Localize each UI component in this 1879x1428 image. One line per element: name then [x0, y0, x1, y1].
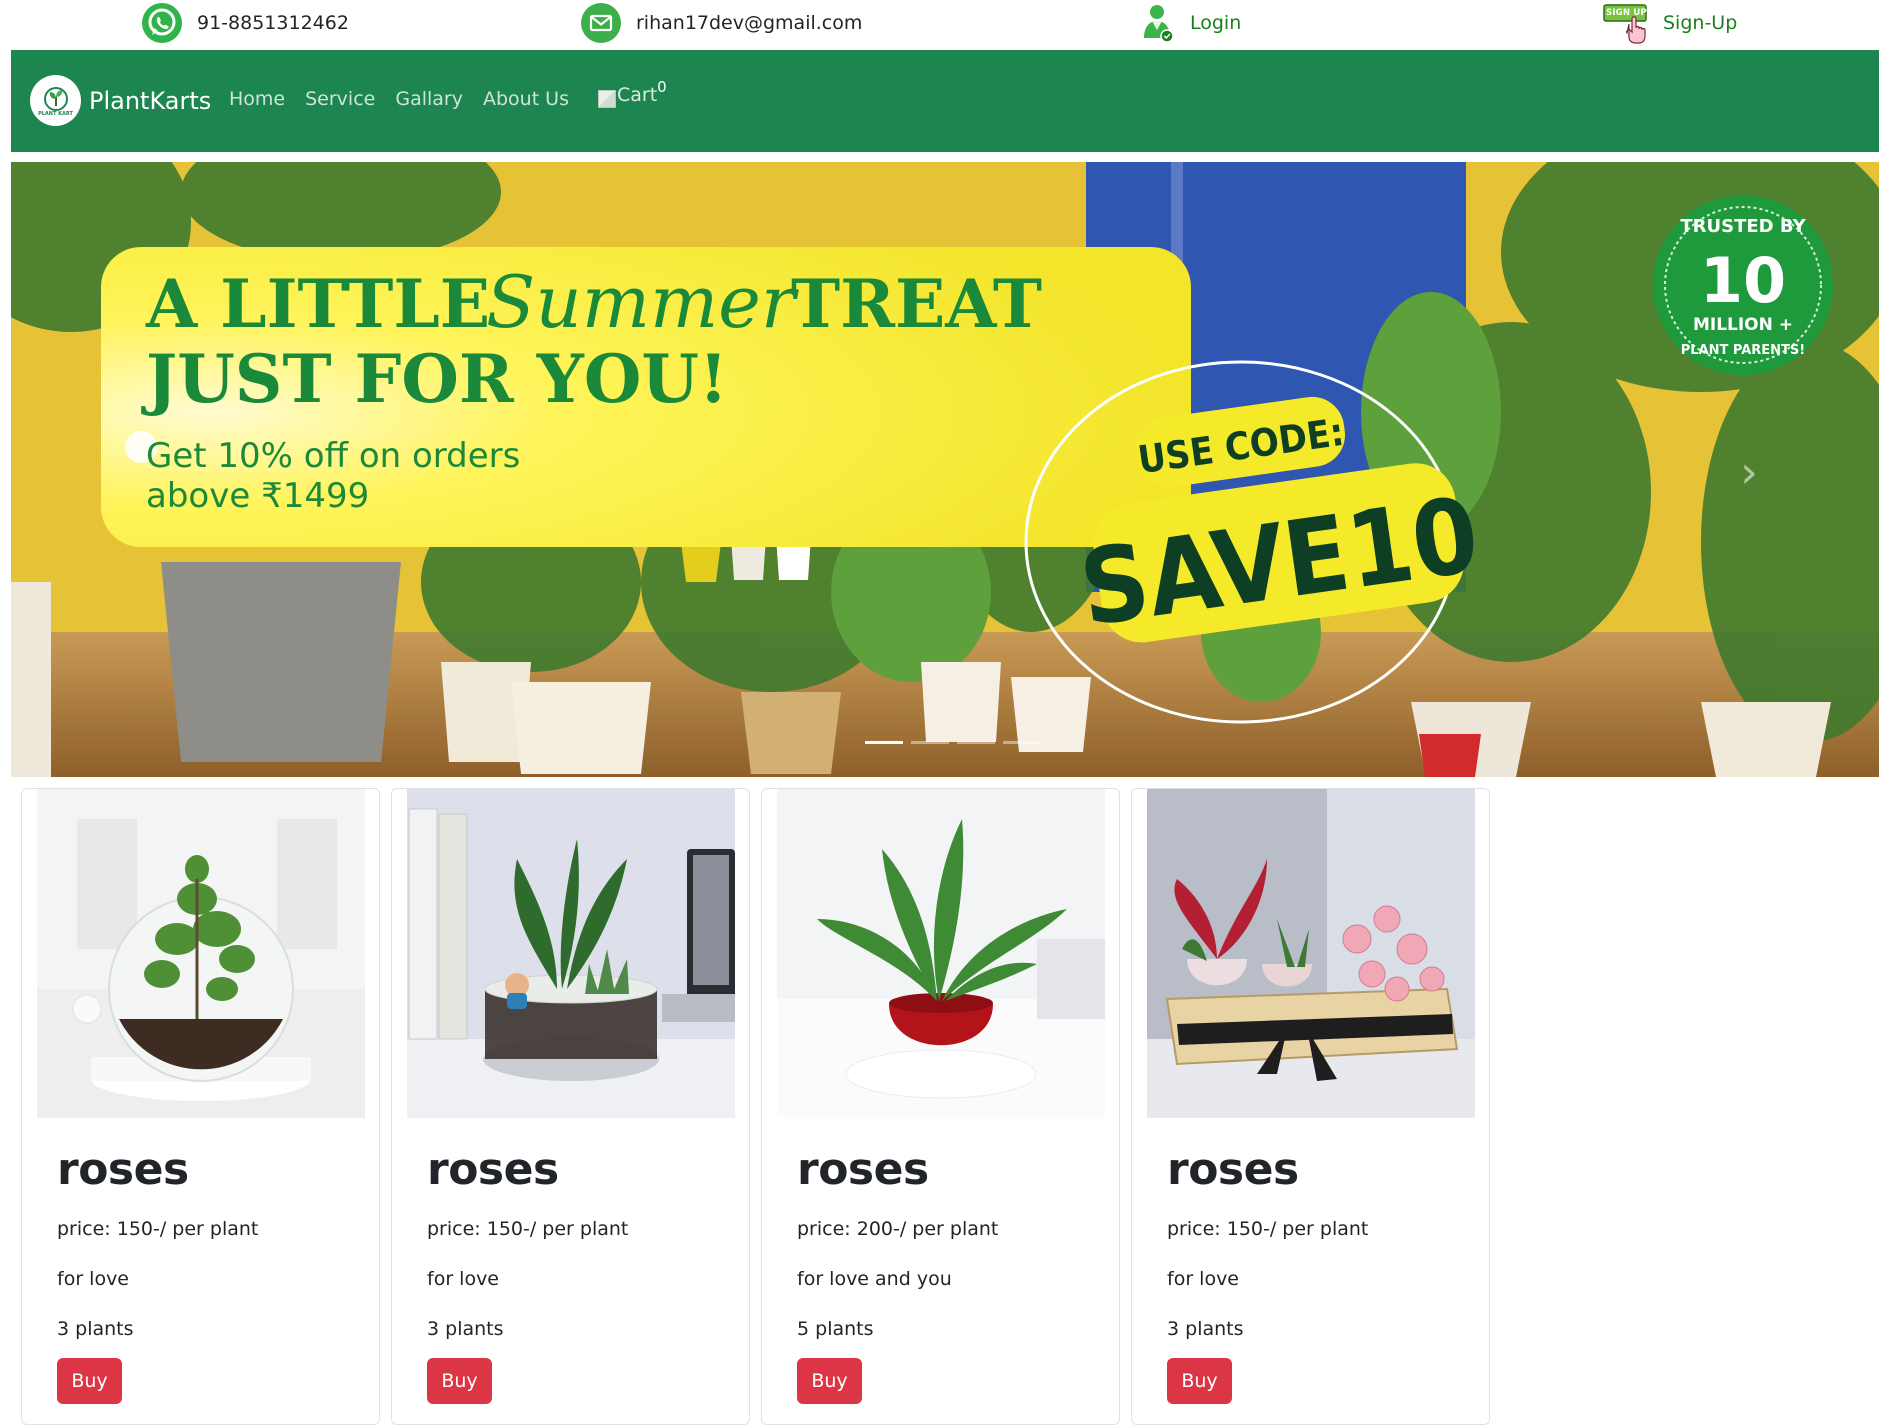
contact-bar: 91-8851312462 rihan17dev@gmail.com Login	[0, 0, 1879, 50]
product-title: roses	[427, 1144, 559, 1195]
carousel-indicator-4[interactable]	[1003, 741, 1041, 744]
mail-icon	[580, 2, 622, 44]
aglaonema-roses-gift-box-image	[1147, 789, 1475, 1118]
product-price: price: 150-/ per plant	[57, 1217, 259, 1240]
carousel-indicator-3[interactable]	[957, 741, 995, 744]
peace-lily-red-pot-image	[777, 789, 1105, 1118]
product-price: price: 150-/ per plant	[427, 1217, 629, 1240]
main-navbar: PLANT KART PlantKarts Home Service Galla…	[11, 50, 1879, 152]
zz-plant-terrarium-image	[407, 789, 735, 1118]
signup-badge-text: SIGN UP	[1606, 8, 1647, 18]
product-card-body: roses price: 200-/ per plant for love an…	[797, 1144, 1099, 1347]
badge-number: 10	[1700, 244, 1786, 317]
nav-home[interactable]: Home	[229, 88, 285, 110]
product-card-body: roses price: 150-/ per plant for love 3 …	[57, 1144, 359, 1347]
email-address: rihan17dev@gmail.com	[636, 12, 863, 34]
banner-headline-line2: JUST FOR YOU!	[141, 340, 728, 418]
banner-headline-part1: A LITTLE	[145, 265, 490, 343]
signup-label: Sign-Up	[1663, 12, 1738, 34]
product-description: for love and you	[797, 1267, 952, 1290]
product-description: for love	[427, 1267, 500, 1290]
badge-plant-parents: PLANT PARENTS!	[1681, 343, 1805, 358]
cart-label: Cart	[617, 84, 658, 106]
promo-banner-image: A LITTLE Summer TREAT JUST FOR YOU! Get …	[11, 162, 1879, 777]
product-title: roses	[797, 1144, 929, 1195]
product-card: roses price: 150-/ per plant for love 3 …	[21, 788, 380, 1425]
login-link[interactable]: Login	[1142, 2, 1241, 44]
banner-offer-line1: Get 10% off on orders	[146, 436, 520, 476]
cart-link[interactable]: Cart 0	[598, 78, 667, 108]
phone-number: 91-8851312462	[197, 12, 349, 34]
nav-links: Home Service Gallary About Us	[229, 88, 569, 110]
product-description: for love	[1167, 1267, 1240, 1290]
product-price: price: 150-/ per plant	[1167, 1217, 1369, 1240]
signup-badge-icon: SIGN UP	[1603, 2, 1649, 44]
carousel-indicators	[865, 741, 1041, 744]
product-card-body: roses price: 150-/ per plant for love 3 …	[1167, 1144, 1469, 1347]
brand-link[interactable]: PLANT KART PlantKarts	[30, 75, 211, 126]
product-quantity: 3 plants	[427, 1317, 504, 1340]
product-title: roses	[1167, 1144, 1299, 1195]
jade-terrarium-image	[37, 789, 365, 1118]
product-quantity: 5 plants	[797, 1317, 874, 1340]
banner-headline-part2: TREAT	[791, 265, 1042, 343]
product-card: roses price: 150-/ per plant for love 3 …	[391, 788, 750, 1425]
product-description: for love	[57, 1267, 130, 1290]
brand-logo-text: PLANT KART	[38, 111, 73, 117]
product-quantity: 3 plants	[1167, 1317, 1244, 1340]
product-title: roses	[57, 1144, 189, 1195]
banner-offer-line2: above ₹1499	[146, 476, 369, 516]
phone-link[interactable]: 91-8851312462	[141, 2, 349, 44]
brand-name: PlantKarts	[89, 86, 212, 115]
carousel-indicator-1[interactable]	[865, 741, 903, 744]
banner-headline-script: Summer	[486, 260, 799, 344]
buy-button[interactable]: Buy	[57, 1358, 122, 1404]
buy-button[interactable]: Buy	[797, 1358, 862, 1404]
promo-carousel[interactable]: A LITTLE Summer TREAT JUST FOR YOU! Get …	[11, 162, 1879, 777]
product-grid: roses price: 150-/ per plant for love 3 …	[21, 788, 1490, 1425]
plantkart-logo-icon: PLANT KART	[30, 75, 81, 126]
cart-count: 0	[657, 78, 667, 96]
email-link[interactable]: rihan17dev@gmail.com	[580, 2, 862, 44]
badge-trusted-by: TRUSTED BY	[1680, 216, 1806, 237]
nav-gallery[interactable]: Gallary	[395, 88, 463, 110]
signup-link[interactable]: SIGN UP Sign-Up	[1603, 2, 1737, 44]
buy-button[interactable]: Buy	[427, 1358, 492, 1404]
product-card: roses price: 200-/ per plant for love an…	[761, 788, 1120, 1425]
product-card-body: roses price: 150-/ per plant for love 3 …	[427, 1144, 729, 1347]
badge-million: MILLION +	[1693, 315, 1793, 335]
broken-image-icon	[598, 90, 616, 108]
carousel-indicator-2[interactable]	[911, 741, 949, 744]
nav-about-us[interactable]: About Us	[483, 88, 569, 110]
carousel-next-arrow-icon[interactable]: ›	[1729, 442, 1769, 502]
product-quantity: 3 plants	[57, 1317, 134, 1340]
user-icon	[1142, 2, 1176, 44]
buy-button[interactable]: Buy	[1167, 1358, 1232, 1404]
nav-service[interactable]: Service	[305, 88, 375, 110]
login-label: Login	[1190, 12, 1242, 34]
product-price: price: 200-/ per plant	[797, 1217, 999, 1240]
product-card: roses price: 150-/ per plant for love 3 …	[1131, 788, 1490, 1425]
whatsapp-icon	[141, 2, 183, 44]
